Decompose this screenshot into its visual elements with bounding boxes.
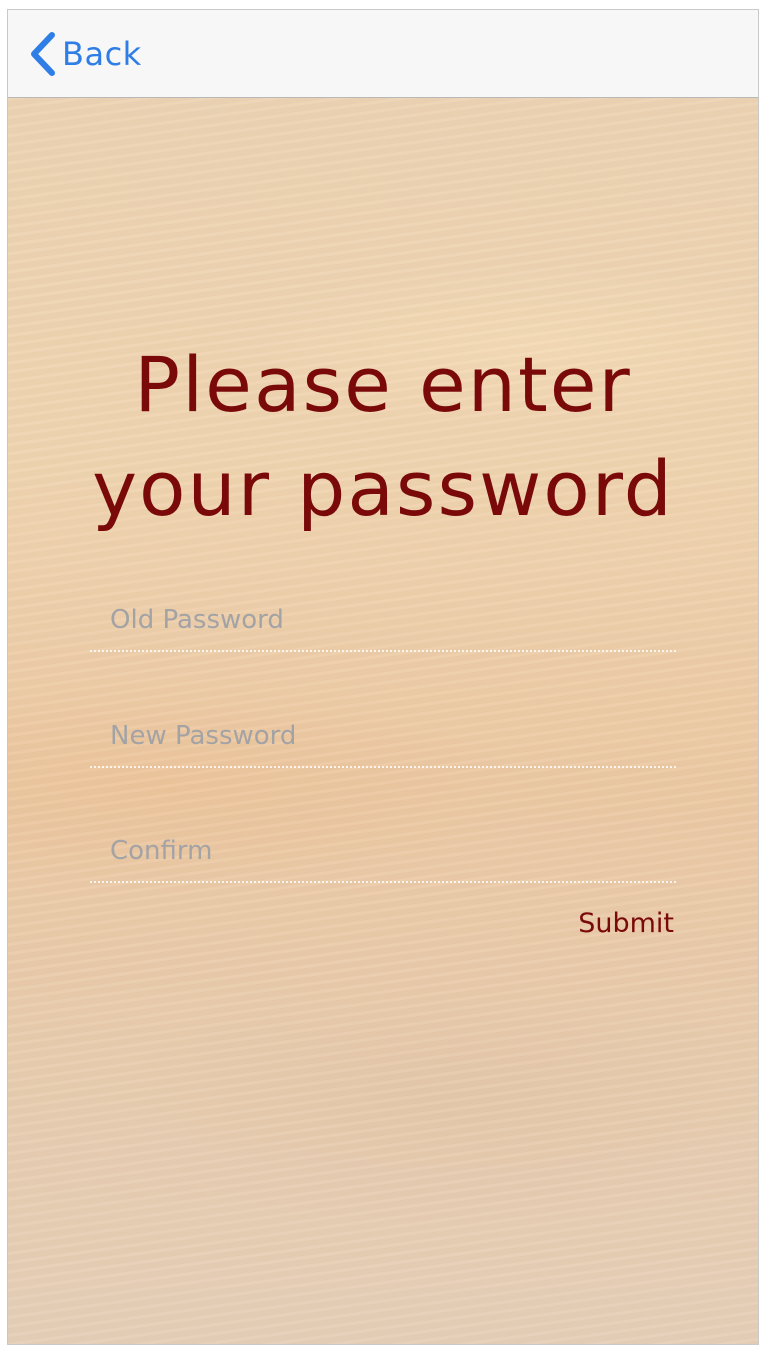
submit-button[interactable]: Submit	[578, 908, 674, 939]
page-title-line-2: your password	[92, 444, 674, 533]
confirm-password-input[interactable]	[110, 831, 670, 871]
old-password-input[interactable]	[110, 600, 670, 640]
back-label: Back	[62, 35, 142, 73]
old-password-field	[90, 588, 676, 652]
new-password-field	[90, 704, 676, 768]
new-password-input[interactable]	[110, 716, 670, 756]
page-title: Please enter your password	[8, 333, 758, 541]
page-title-line-1: Please enter	[134, 340, 632, 429]
confirm-password-field	[90, 819, 676, 883]
chevron-left-icon	[28, 31, 58, 77]
password-form-screen: Please enter your password Submit	[8, 98, 758, 1344]
navigation-bar: Back	[8, 10, 758, 98]
back-button[interactable]: Back	[28, 30, 142, 78]
phone-screen: Back Please enter your password Submit	[7, 9, 759, 1345]
